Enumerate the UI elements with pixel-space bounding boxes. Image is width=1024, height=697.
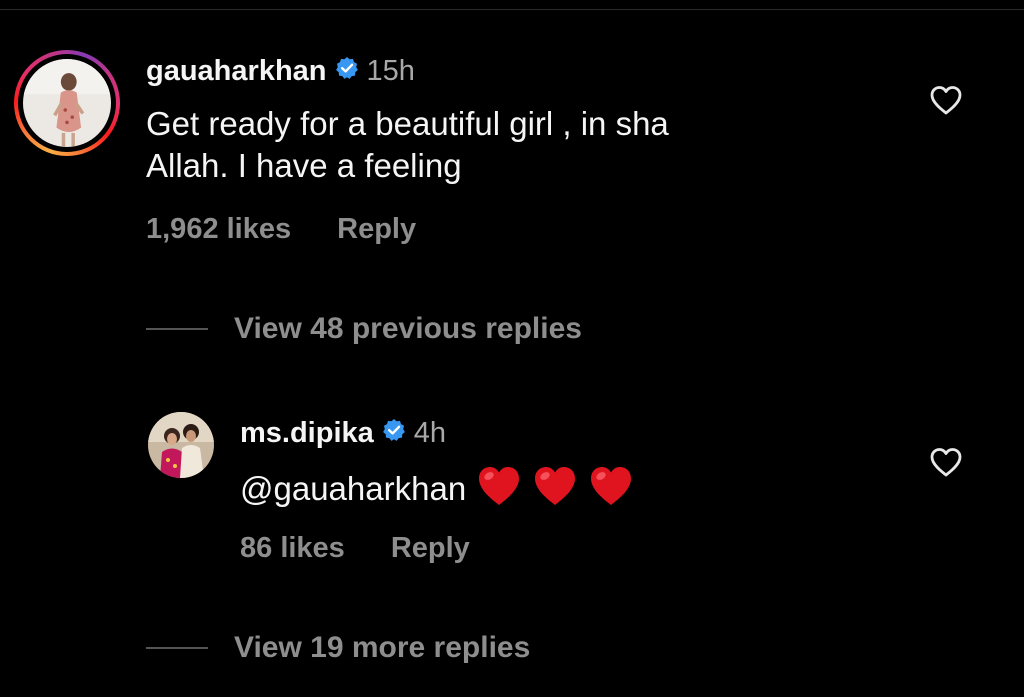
- likes-count[interactable]: 86 likes: [240, 532, 345, 565]
- heart-outline-icon[interactable]: [929, 84, 963, 116]
- reply-button[interactable]: Reply: [391, 532, 470, 565]
- comment-header: gauaharkhan 15h: [146, 52, 415, 90]
- mention-link[interactable]: @gauaharkhan: [240, 470, 466, 507]
- username[interactable]: ms.dipika: [240, 417, 374, 450]
- comment-text-line: Allah. I have a feeling: [146, 147, 462, 184]
- heart-outline-icon[interactable]: [929, 446, 963, 478]
- view-more-replies[interactable]: View 19 more replies: [146, 631, 530, 665]
- red-heart-emoji: [535, 467, 576, 505]
- timestamp: 15h: [366, 54, 415, 87]
- reply-actions: 86 likes Reply: [240, 532, 470, 565]
- red-heart-emoji: [591, 467, 632, 505]
- view-previous-replies[interactable]: View 48 previous replies: [146, 312, 582, 346]
- verified-badge-icon: [335, 55, 359, 88]
- timestamp: 4h: [413, 416, 447, 449]
- comment-text: Get ready for a beautiful girl , in sha …: [146, 103, 906, 187]
- top-divider: [0, 9, 1024, 10]
- red-heart-emoji: [479, 467, 520, 505]
- thread-line: [146, 647, 208, 649]
- avatar-ms-dipika[interactable]: [148, 412, 214, 478]
- comment-actions: 1,962 likes Reply: [146, 213, 416, 246]
- avatar-photo: [23, 59, 111, 147]
- reply-text: @gauaharkhan: [240, 464, 840, 510]
- reply-header: ms.dipika 4h: [240, 414, 446, 452]
- avatar-photo: [148, 412, 214, 478]
- view-more-label[interactable]: View 19 more replies: [234, 631, 530, 665]
- avatar: [23, 59, 111, 147]
- thread-line: [146, 328, 208, 330]
- likes-count[interactable]: 1,962 likes: [146, 213, 291, 246]
- view-previous-label[interactable]: View 48 previous replies: [234, 312, 582, 346]
- verified-badge-icon: [382, 417, 406, 450]
- comment-text-line: Get ready for a beautiful girl , in sha: [146, 105, 669, 142]
- reply-button[interactable]: Reply: [337, 213, 416, 246]
- story-avatar-gauaharkhan[interactable]: [14, 50, 120, 156]
- username[interactable]: gauaharkhan: [146, 55, 327, 88]
